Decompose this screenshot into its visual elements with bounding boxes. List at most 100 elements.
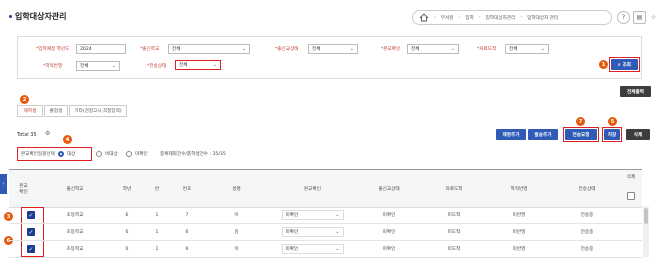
title-bullet-icon bbox=[9, 15, 12, 18]
send-request-button[interactable]: 전송요청 bbox=[565, 129, 597, 140]
cell-delete bbox=[620, 241, 642, 258]
chevron-down-icon: ⌄ bbox=[450, 46, 455, 52]
table-scrollbar[interactable] bbox=[643, 206, 649, 257]
cell-school-year: 미반영 bbox=[484, 224, 554, 241]
col-header-school-year: 학적반영 bbox=[484, 170, 554, 208]
row-confirm-checkbox[interactable]: ✓ bbox=[27, 211, 35, 219]
chevron-down-icon: ⌄ bbox=[540, 46, 545, 52]
badge-5: 5 bbox=[608, 117, 617, 126]
cell-class: 1 bbox=[142, 241, 172, 258]
star-icon[interactable]: ☆ bbox=[649, 11, 658, 24]
cell-number: 6 bbox=[172, 224, 202, 241]
cell-data-arrival: 미도착 bbox=[424, 224, 484, 241]
col-header-school: 출신학교 bbox=[38, 170, 112, 208]
school-label: *출신학교 bbox=[140, 47, 160, 52]
data-arrival-value: 전체 bbox=[509, 47, 518, 52]
school-select[interactable]: 전체 ⌄ bbox=[168, 44, 250, 54]
breadcrumb-sep-icon: › bbox=[458, 15, 461, 20]
school-year-select[interactable]: 전체 ⌄ bbox=[76, 61, 120, 71]
search-button-label: 조회 bbox=[622, 62, 632, 68]
tab-current-students[interactable]: 재학생 bbox=[17, 105, 43, 117]
help-icon[interactable]: ? bbox=[617, 11, 630, 24]
school-status-select[interactable]: 전체 ⌄ bbox=[308, 44, 358, 54]
cell-school-confirm: 미확인 ⌄ bbox=[271, 224, 354, 241]
radio-non-target[interactable] bbox=[96, 151, 102, 157]
school-value: 전체 bbox=[172, 47, 181, 52]
search-button[interactable]: ⌕ 조회 bbox=[611, 59, 638, 70]
cell-school-confirm: 미확인 ⌄ bbox=[271, 241, 354, 258]
cell-school: 초등학교 bbox=[38, 241, 112, 258]
cell-school-status: 미확인 bbox=[354, 241, 424, 258]
col-header-school-status: 출신교상태 bbox=[354, 170, 424, 208]
radio-unconfirmed-label: 미확인 bbox=[135, 152, 148, 157]
batch-confirm-label: 본교확인일괄선택 bbox=[21, 152, 55, 157]
col-header-confirm: 본교 확인 bbox=[9, 170, 38, 208]
data-arrival-label: *자료도착 bbox=[477, 47, 497, 52]
home-icon[interactable] bbox=[419, 13, 429, 22]
cell-name: 이 bbox=[202, 241, 271, 258]
cell-school: 초등학교 bbox=[38, 224, 112, 241]
save-button[interactable]: 저장 bbox=[604, 129, 620, 140]
radio-target-label: 대상 bbox=[66, 152, 76, 157]
scrollbar-thumb[interactable] bbox=[644, 208, 648, 224]
side-panel-toggle[interactable]: › bbox=[0, 174, 7, 194]
send-request-highlight: 전송요청 bbox=[563, 127, 599, 142]
batch-confirm-highlight: 본교확인일괄선택 대상 bbox=[17, 147, 92, 161]
delete-button[interactable]: 삭제 bbox=[626, 129, 650, 140]
breadcrumb-item[interactable]: 입학 bbox=[465, 15, 473, 21]
cell-delete bbox=[620, 224, 642, 241]
school-confirm-select[interactable]: 미확인 ⌄ bbox=[281, 244, 344, 254]
delete-all-checkbox[interactable] bbox=[627, 192, 635, 200]
confirm-select[interactable]: 전체 ⌄ bbox=[407, 44, 459, 54]
cell-grade: 6 bbox=[112, 207, 142, 224]
breadcrumb-sep-icon: › bbox=[434, 15, 436, 20]
print-icon[interactable]: ▤ bbox=[633, 11, 646, 24]
cell-school-status: 미확인 bbox=[354, 207, 424, 224]
chevron-down-icon: ⌄ bbox=[349, 46, 354, 52]
badge-1: 1 bbox=[599, 60, 608, 69]
col-header-transfer: 전송상태 bbox=[554, 170, 620, 208]
school-year-label: *학적반영 bbox=[43, 64, 63, 69]
row-confirm-checkbox[interactable]: ✓ bbox=[27, 228, 35, 236]
row-confirm-checkbox[interactable]: ✓ bbox=[27, 245, 35, 253]
transfer-select[interactable]: 전체 ⌄ bbox=[175, 60, 221, 70]
radio-unconfirmed[interactable] bbox=[126, 151, 132, 157]
breadcrumb-item[interactable]: 입학대상자 관리 bbox=[527, 15, 558, 21]
radio-target[interactable] bbox=[57, 151, 64, 157]
breadcrumb-item[interactable]: 부서원 bbox=[441, 15, 454, 21]
cell-transfer: 전송중 bbox=[554, 224, 620, 241]
transfer-value: 전체 bbox=[179, 63, 188, 68]
data-arrival-select[interactable]: 전체 ⌄ bbox=[505, 44, 549, 54]
print-all-button[interactable]: 전체출력 bbox=[620, 86, 651, 97]
cell-class: 1 bbox=[142, 207, 172, 224]
tab-others[interactable]: 기타(검정고시,직접입력) bbox=[69, 105, 127, 117]
transfer-label: *전송상태 bbox=[147, 64, 167, 69]
col-header-class: 반 bbox=[142, 170, 172, 208]
cell-name: 김 bbox=[202, 224, 271, 241]
admission-year-value: 2024 bbox=[80, 46, 92, 52]
badge-7: 7 bbox=[576, 117, 585, 126]
school-confirm-select[interactable]: 미확인 ⌄ bbox=[281, 227, 344, 237]
chevron-down-icon: ⌄ bbox=[335, 246, 340, 252]
save-highlight: 저장 bbox=[602, 127, 622, 142]
school-confirm-select[interactable]: 미확인 ⌄ bbox=[281, 210, 344, 220]
page-title-text: 입학대상자관리 bbox=[15, 12, 67, 21]
breadcrumb-sep-icon: › bbox=[478, 15, 481, 20]
settings-icon[interactable]: ⚙ bbox=[45, 130, 50, 137]
badge-4: 4 bbox=[63, 135, 72, 144]
tab-graduates[interactable]: 졸업생 bbox=[44, 105, 68, 117]
badge-2: 2 bbox=[20, 95, 29, 104]
cell-grade: 6 bbox=[112, 224, 142, 241]
cell-transfer: 전송중 bbox=[554, 207, 620, 224]
col-header-school-confirm: 본교확인 bbox=[271, 170, 354, 208]
school-year-value: 전체 bbox=[80, 64, 89, 69]
total-count: Total 35 bbox=[17, 132, 37, 138]
notify-button[interactable]: 발송추가 bbox=[528, 129, 558, 140]
breadcrumb: › 부서원 › 입학 › 입학대상자관리 › 입학대상자 관리 bbox=[412, 10, 612, 25]
add-button[interactable]: 재명추가 bbox=[496, 129, 526, 140]
admission-year-input[interactable]: 2024 bbox=[76, 44, 126, 54]
chevron-down-icon: ⌄ bbox=[241, 46, 246, 52]
confirm-value: 전체 bbox=[411, 47, 420, 52]
chevron-down-icon: ⌄ bbox=[335, 229, 340, 235]
breadcrumb-item[interactable]: 입학대상자관리 bbox=[486, 15, 516, 21]
